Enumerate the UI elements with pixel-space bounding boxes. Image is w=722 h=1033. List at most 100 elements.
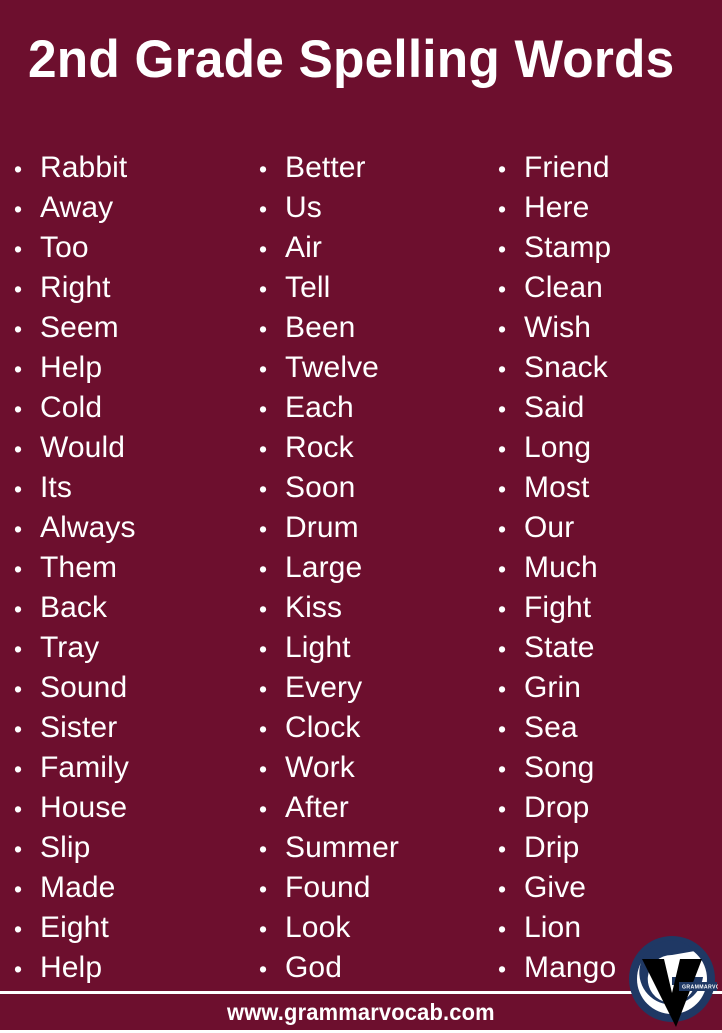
bullet-icon: • bbox=[14, 476, 23, 502]
list-item: • Right bbox=[8, 268, 240, 308]
list-item: • Air bbox=[253, 228, 480, 268]
list-item: • Twelve bbox=[253, 348, 480, 388]
word-column-3: • Friend • Here • Stamp • Clean • Wish • Snack • Said… bbox=[480, 148, 720, 988]
list-item: • Large bbox=[253, 548, 480, 588]
word-label: Look bbox=[285, 911, 351, 944]
word-label: Better bbox=[285, 151, 366, 184]
word-label: Its bbox=[40, 471, 72, 504]
list-item: • House bbox=[8, 788, 240, 828]
list-item: • Away bbox=[8, 188, 240, 228]
word-label: Drum bbox=[285, 511, 359, 544]
bullet-icon: • bbox=[498, 876, 507, 902]
word-label: Soon bbox=[285, 471, 356, 504]
bullet-icon: • bbox=[14, 836, 23, 862]
bullet-icon: • bbox=[259, 276, 268, 302]
list-item: • Look bbox=[253, 908, 480, 948]
bullet-icon: • bbox=[14, 396, 23, 422]
list-item: • Always bbox=[8, 508, 240, 548]
word-label: Right bbox=[40, 271, 111, 304]
list-item: • Give bbox=[492, 868, 720, 908]
bullet-icon: • bbox=[14, 956, 23, 982]
list-item: • Its bbox=[8, 468, 240, 508]
bullet-icon: • bbox=[498, 716, 507, 742]
list-item: • Song bbox=[492, 748, 720, 788]
list-item: • Eight bbox=[8, 908, 240, 948]
list-item: • Been bbox=[253, 308, 480, 348]
word-label: Light bbox=[285, 631, 351, 664]
list-item: • Each bbox=[253, 388, 480, 428]
bullet-icon: • bbox=[14, 636, 23, 662]
word-label: Help bbox=[40, 951, 103, 984]
grammarvocab-logo[interactable]: GRAMMARVOCAB bbox=[626, 935, 718, 1031]
word-label: Away bbox=[40, 191, 114, 224]
word-label: Sister bbox=[40, 711, 118, 744]
bullet-icon: • bbox=[14, 796, 23, 822]
word-label: Every bbox=[285, 671, 363, 704]
list-item: • Family bbox=[8, 748, 240, 788]
word-column-1: • Rabbit • Away • Too • Right • Seem • Help • Cold • Wo… bbox=[0, 148, 240, 988]
bullet-icon: • bbox=[14, 156, 23, 182]
word-label: Always bbox=[40, 511, 136, 544]
bullet-icon: • bbox=[259, 676, 268, 702]
list-item: • Soon bbox=[253, 468, 480, 508]
bullet-icon: • bbox=[498, 396, 507, 422]
bullet-icon: • bbox=[259, 796, 268, 822]
word-label: Drip bbox=[524, 831, 580, 864]
word-label: Much bbox=[524, 551, 598, 584]
word-label: Found bbox=[285, 871, 371, 904]
bullet-icon: • bbox=[14, 876, 23, 902]
bullet-icon: • bbox=[14, 516, 23, 542]
bullet-icon: • bbox=[498, 796, 507, 822]
bullet-icon: • bbox=[14, 276, 23, 302]
word-label: Sea bbox=[524, 711, 578, 744]
word-label: Wish bbox=[524, 311, 592, 344]
list-item: • Seem bbox=[8, 308, 240, 348]
word-label: Friend bbox=[524, 151, 610, 184]
bullet-icon: • bbox=[259, 876, 268, 902]
word-label: Would bbox=[40, 431, 125, 464]
list-item: • Help bbox=[8, 948, 240, 988]
word-label: Made bbox=[40, 871, 116, 904]
word-label: Snack bbox=[524, 351, 608, 384]
list-item: • Our bbox=[492, 508, 720, 548]
word-column-2: • Better • Us • Air • Tell • Been • Twelve • Each • Roc… bbox=[240, 148, 480, 988]
list-item: • Said bbox=[492, 388, 720, 428]
word-label: Back bbox=[40, 591, 108, 624]
bullet-icon: • bbox=[498, 916, 507, 942]
bullet-icon: • bbox=[14, 316, 23, 342]
bullet-icon: • bbox=[498, 676, 507, 702]
bullet-icon: • bbox=[259, 196, 268, 222]
list-item: • Tray bbox=[8, 628, 240, 668]
bullet-icon: • bbox=[259, 356, 268, 382]
list-item: • Clean bbox=[492, 268, 720, 308]
bullet-icon: • bbox=[14, 196, 23, 222]
bullet-icon: • bbox=[14, 556, 23, 582]
list-item: • State bbox=[492, 628, 720, 668]
list-item: • Snack bbox=[492, 348, 720, 388]
bullet-icon: • bbox=[259, 516, 268, 542]
bullet-icon: • bbox=[14, 236, 23, 262]
bullet-icon: • bbox=[259, 436, 268, 462]
word-label: Rabbit bbox=[40, 151, 128, 184]
list-item: • Would bbox=[8, 428, 240, 468]
bullet-icon: • bbox=[498, 476, 507, 502]
bullet-icon: • bbox=[498, 156, 507, 182]
bullet-icon: • bbox=[498, 596, 507, 622]
list-item: • Us bbox=[253, 188, 480, 228]
bullet-icon: • bbox=[498, 556, 507, 582]
bullet-icon: • bbox=[498, 836, 507, 862]
website-url[interactable]: www.grammarvocab.com bbox=[227, 999, 495, 1026]
bullet-icon: • bbox=[259, 636, 268, 662]
bullet-icon: • bbox=[259, 156, 268, 182]
list-item: • Much bbox=[492, 548, 720, 588]
bullet-icon: • bbox=[498, 316, 507, 342]
bullet-icon: • bbox=[259, 316, 268, 342]
word-label: Song bbox=[524, 751, 595, 784]
list-item: • Cold bbox=[8, 388, 240, 428]
bullet-icon: • bbox=[498, 436, 507, 462]
list-item: • Fight bbox=[492, 588, 720, 628]
bullet-icon: • bbox=[498, 756, 507, 782]
bullet-icon: • bbox=[259, 556, 268, 582]
word-label: State bbox=[524, 631, 595, 664]
word-label: Grin bbox=[524, 671, 582, 704]
